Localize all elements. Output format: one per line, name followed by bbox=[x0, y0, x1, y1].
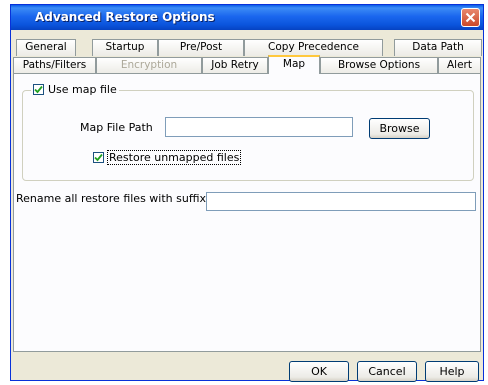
tab-map[interactable]: Map bbox=[268, 55, 320, 74]
close-icon bbox=[465, 12, 476, 23]
map-file-path-label: Map File Path bbox=[80, 121, 153, 134]
use-map-file-option[interactable]: Use map file bbox=[31, 83, 119, 96]
checkmark-icon bbox=[34, 85, 43, 94]
tab-job-retry[interactable]: Job Retry bbox=[202, 57, 268, 74]
restore-unmapped-label: Restore unmapped files bbox=[107, 150, 242, 165]
map-file-path-input[interactable] bbox=[165, 117, 353, 137]
tab-data-path[interactable]: Data Path bbox=[394, 39, 482, 56]
restore-unmapped-option[interactable]: Restore unmapped files bbox=[93, 150, 242, 165]
browse-button[interactable]: Browse bbox=[369, 118, 430, 139]
rename-suffix-input[interactable] bbox=[206, 192, 476, 211]
tab-startup[interactable]: Startup bbox=[92, 39, 158, 56]
help-button[interactable]: Help bbox=[425, 361, 479, 382]
restore-unmapped-checkbox[interactable] bbox=[93, 152, 104, 163]
close-button[interactable] bbox=[461, 8, 480, 27]
ok-button[interactable]: OK bbox=[289, 361, 349, 382]
tab-copy-precedence[interactable]: Copy Precedence bbox=[244, 39, 383, 56]
map-file-group: Use map file Map File Path Browse Restor… bbox=[22, 83, 474, 181]
map-tab-panel: Use map file Map File Path Browse Restor… bbox=[13, 73, 481, 352]
cancel-button[interactable]: Cancel bbox=[357, 361, 417, 382]
tab-pre-post[interactable]: Pre/Post bbox=[158, 39, 244, 56]
tab-alert[interactable]: Alert bbox=[438, 57, 481, 74]
tab-paths-filters[interactable]: Paths/Filters bbox=[13, 57, 96, 74]
tab-general[interactable]: General bbox=[16, 39, 76, 56]
checkmark-icon bbox=[94, 153, 103, 162]
use-map-file-label: Use map file bbox=[48, 83, 117, 96]
advanced-restore-options-dialog: Advanced Restore Options General Startup… bbox=[10, 4, 484, 382]
tab-encryption: Encryption bbox=[96, 57, 202, 74]
tab-browse-options[interactable]: Browse Options bbox=[320, 57, 438, 74]
dialog-title: Advanced Restore Options bbox=[35, 10, 215, 24]
rename-suffix-label: Rename all restore files with suffix bbox=[16, 192, 206, 205]
use-map-file-checkbox[interactable] bbox=[33, 84, 44, 95]
title-bar[interactable]: Advanced Restore Options bbox=[11, 5, 483, 30]
